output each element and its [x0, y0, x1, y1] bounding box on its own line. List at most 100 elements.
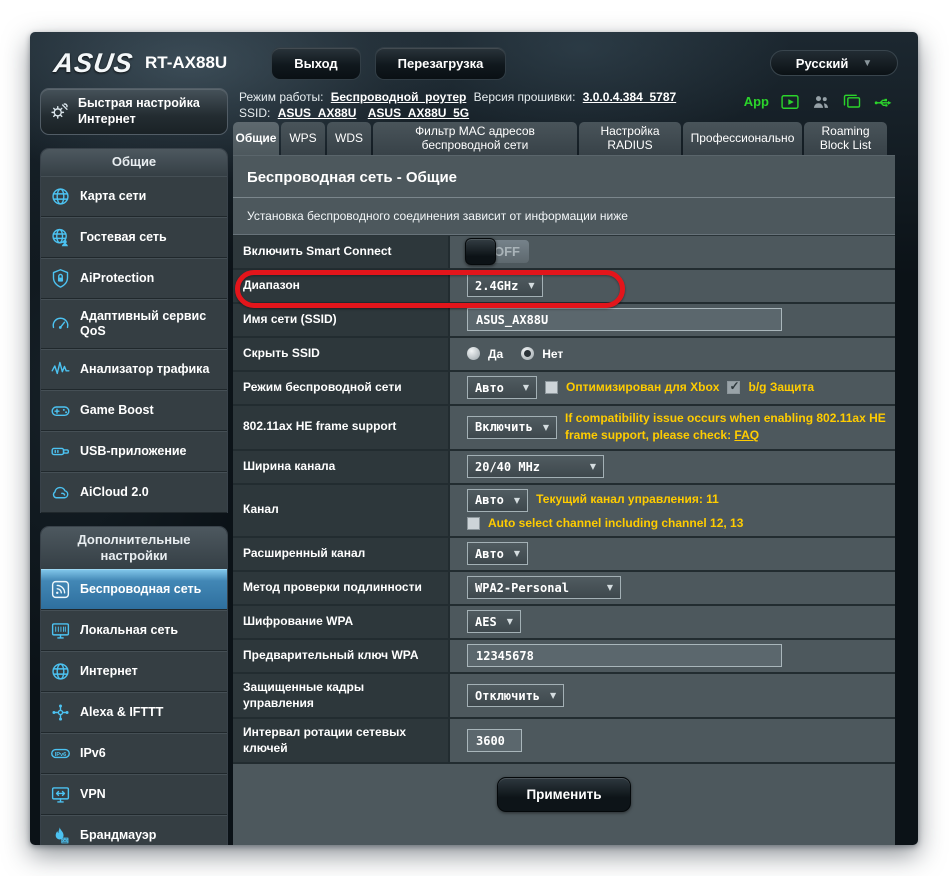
sidebar-item-vpn[interactable]: VPN	[41, 774, 227, 815]
ssid-link-5g[interactable]: ASUS_AX88U_5G	[368, 106, 469, 120]
firewall-icon	[50, 825, 71, 845]
sidebar: Быстрая настройка Интернет Общие Карта с…	[40, 84, 228, 845]
sidebar-item-label: IPv6	[80, 746, 106, 760]
gamepad-icon	[50, 400, 71, 421]
sidebar-item-aiprotection[interactable]: AiProtection	[41, 257, 227, 299]
hide-ssid-no-radio[interactable]	[521, 347, 535, 361]
sidebar-item-label: Интернет	[80, 664, 138, 678]
play-app-icon[interactable]	[780, 92, 800, 112]
sidebar-item-firewall[interactable]: Брандмауэр	[41, 815, 227, 845]
ssid-input[interactable]	[467, 308, 782, 332]
xbox-optimized-checkbox[interactable]	[545, 381, 558, 395]
hide-ssid-yes-radio[interactable]	[467, 347, 480, 361]
ext-channel-value: Авто	[475, 546, 504, 561]
row-auth-method: Метод проверки подлинности WPA2-Personal	[233, 571, 895, 606]
tab-wps[interactable]: WPS	[281, 122, 325, 155]
field-label: Предварительный ключ WPA	[233, 639, 450, 672]
band-select[interactable]: 2.4GHz	[467, 274, 543, 298]
wireless-mode-select[interactable]: Авто	[467, 376, 537, 400]
tab-roaming-block-list[interactable]: Roaming Block List	[804, 122, 887, 155]
auth-method-select[interactable]: WPA2-Personal	[467, 576, 621, 600]
xbox-optimized-label[interactable]: Оптимизирован для Xbox	[566, 379, 719, 396]
wpa-key-input[interactable]	[467, 644, 782, 668]
field-label: Скрыть SSID	[233, 337, 450, 370]
firmware-link[interactable]: 3.0.0.4.384_5787	[583, 90, 676, 104]
sidebar-item-usb-application[interactable]: USB-приложение	[41, 430, 227, 472]
app-label: App	[743, 94, 769, 109]
field-label: Защищенные кадры управления	[233, 673, 450, 718]
sidebar-item-adaptive-qos[interactable]: Адаптивный сервис QoS	[41, 298, 227, 349]
sidebar-item-label: AiProtection	[80, 270, 155, 285]
channel-select[interactable]: Авто	[467, 488, 529, 512]
apply-button[interactable]: Применить	[497, 777, 631, 813]
tab-professional[interactable]: Профессионально	[683, 122, 802, 155]
pmf-select[interactable]: Отключить	[467, 684, 565, 708]
sidebar-item-network-map[interactable]: Карта сети	[41, 175, 227, 217]
clients-icon[interactable]	[811, 92, 831, 112]
lan-icon	[50, 620, 71, 641]
screens-icon[interactable]	[842, 92, 862, 112]
tab-bar: Общие WPS WDS Фильтр MAC адресов беспров…	[233, 122, 895, 155]
sidebar-item-guest-network[interactable]: Гостевая сеть	[41, 216, 227, 258]
smart-connect-toggle[interactable]: OFF	[465, 238, 529, 266]
field-label: Ширина канала	[233, 450, 450, 483]
hide-ssid-yes-label[interactable]: Да	[488, 347, 503, 361]
toggle-knob	[465, 238, 496, 266]
ssid-label: SSID:	[239, 106, 271, 120]
field-label: 802.11ax HE frame support	[233, 405, 450, 449]
tab-radius[interactable]: Настройка RADIUS	[579, 122, 681, 155]
apply-area: Применить	[233, 764, 895, 845]
usb-icon[interactable]	[873, 92, 893, 112]
wpa-encryption-select[interactable]: AES	[467, 610, 521, 634]
field-label: Диапазон	[233, 269, 450, 302]
reboot-button[interactable]: Перезагрузка	[374, 46, 507, 80]
ssid-link-24g[interactable]: ASUS_AX88U	[278, 106, 357, 120]
router-admin-window: ASUS RT-AX88U Выход Перезагрузка Русский…	[30, 32, 918, 845]
tab-wds[interactable]: WDS	[327, 122, 371, 155]
chevron-down-icon: ▼	[862, 57, 873, 69]
channel-width-select[interactable]: 20/40 MHz	[467, 455, 604, 479]
sidebar-item-label: Локальная сеть	[80, 623, 179, 637]
he-frame-note-text: If compatibility issue occurs when enabl…	[565, 410, 886, 443]
mode-label: Режим работы:	[239, 90, 324, 104]
row-hide-ssid: Скрыть SSID Да Нет	[233, 337, 895, 372]
sidebar-item-aicloud[interactable]: AiCloud 2.0	[41, 471, 227, 513]
tab-mac-filter[interactable]: Фильтр MAC адресов беспроводной сети	[373, 122, 577, 155]
sidebar-item-alexa-ifttt[interactable]: Alexa & IFTTT	[41, 692, 227, 733]
sidebar-item-lan[interactable]: Локальная сеть	[41, 610, 227, 651]
bg-protection-checkbox[interactable]	[727, 379, 741, 395]
row-wpa-key: Предварительный ключ WPA	[233, 639, 895, 674]
he-frame-select[interactable]: Включить	[467, 415, 557, 439]
sidebar-item-label: VPN	[80, 787, 106, 801]
qos-gauge-icon	[50, 313, 71, 334]
internet-globe-icon	[50, 661, 71, 682]
toggle-state: OFF	[494, 244, 520, 260]
logout-button[interactable]: Выход	[271, 46, 361, 80]
wireless-icon	[50, 579, 71, 600]
auto-channel-1213-checkbox[interactable]	[467, 516, 480, 530]
sidebar-item-internet[interactable]: Интернет	[41, 651, 227, 692]
field-label: Режим беспроводной сети	[233, 371, 450, 404]
wpa-encryption-value: AES	[475, 614, 497, 629]
sidebar-item-ipv6[interactable]: IPv6 IPv6	[41, 733, 227, 774]
sidebar-quick-setup-button[interactable]: Быстрая настройка Интернет	[40, 88, 228, 136]
ext-channel-select[interactable]: Авто	[467, 542, 529, 566]
bg-protection-label[interactable]: b/g Защита	[748, 379, 814, 396]
tab-general[interactable]: Общие	[233, 122, 279, 155]
mode-link[interactable]: Беспроводной_роутер	[331, 90, 467, 104]
firmware-label: Версия прошивки:	[473, 90, 576, 104]
guest-network-icon	[50, 227, 71, 248]
sidebar-item-wireless[interactable]: Беспроводная сеть	[41, 569, 227, 610]
hide-ssid-no-label[interactable]: Нет	[542, 347, 563, 361]
cloud-icon	[50, 482, 71, 503]
sidebar-item-game-boost[interactable]: Game Boost	[41, 389, 227, 431]
router-model: RT-AX88U	[145, 53, 228, 72]
key-rotation-input[interactable]	[467, 729, 522, 753]
content-panel: Беспроводная сеть - Общие Установка бесп…	[233, 154, 895, 845]
sidebar-item-traffic-analyzer[interactable]: Анализатор трафика	[41, 348, 227, 390]
field-label: Имя сети (SSID)	[233, 303, 450, 336]
faq-link[interactable]: FAQ	[734, 428, 759, 442]
language-select[interactable]: Русский ▼	[770, 50, 898, 76]
auto-channel-1213-label[interactable]: Auto select channel including channel 12…	[488, 515, 743, 532]
field-label: Интервал ротации сетевых ключей	[233, 719, 450, 763]
